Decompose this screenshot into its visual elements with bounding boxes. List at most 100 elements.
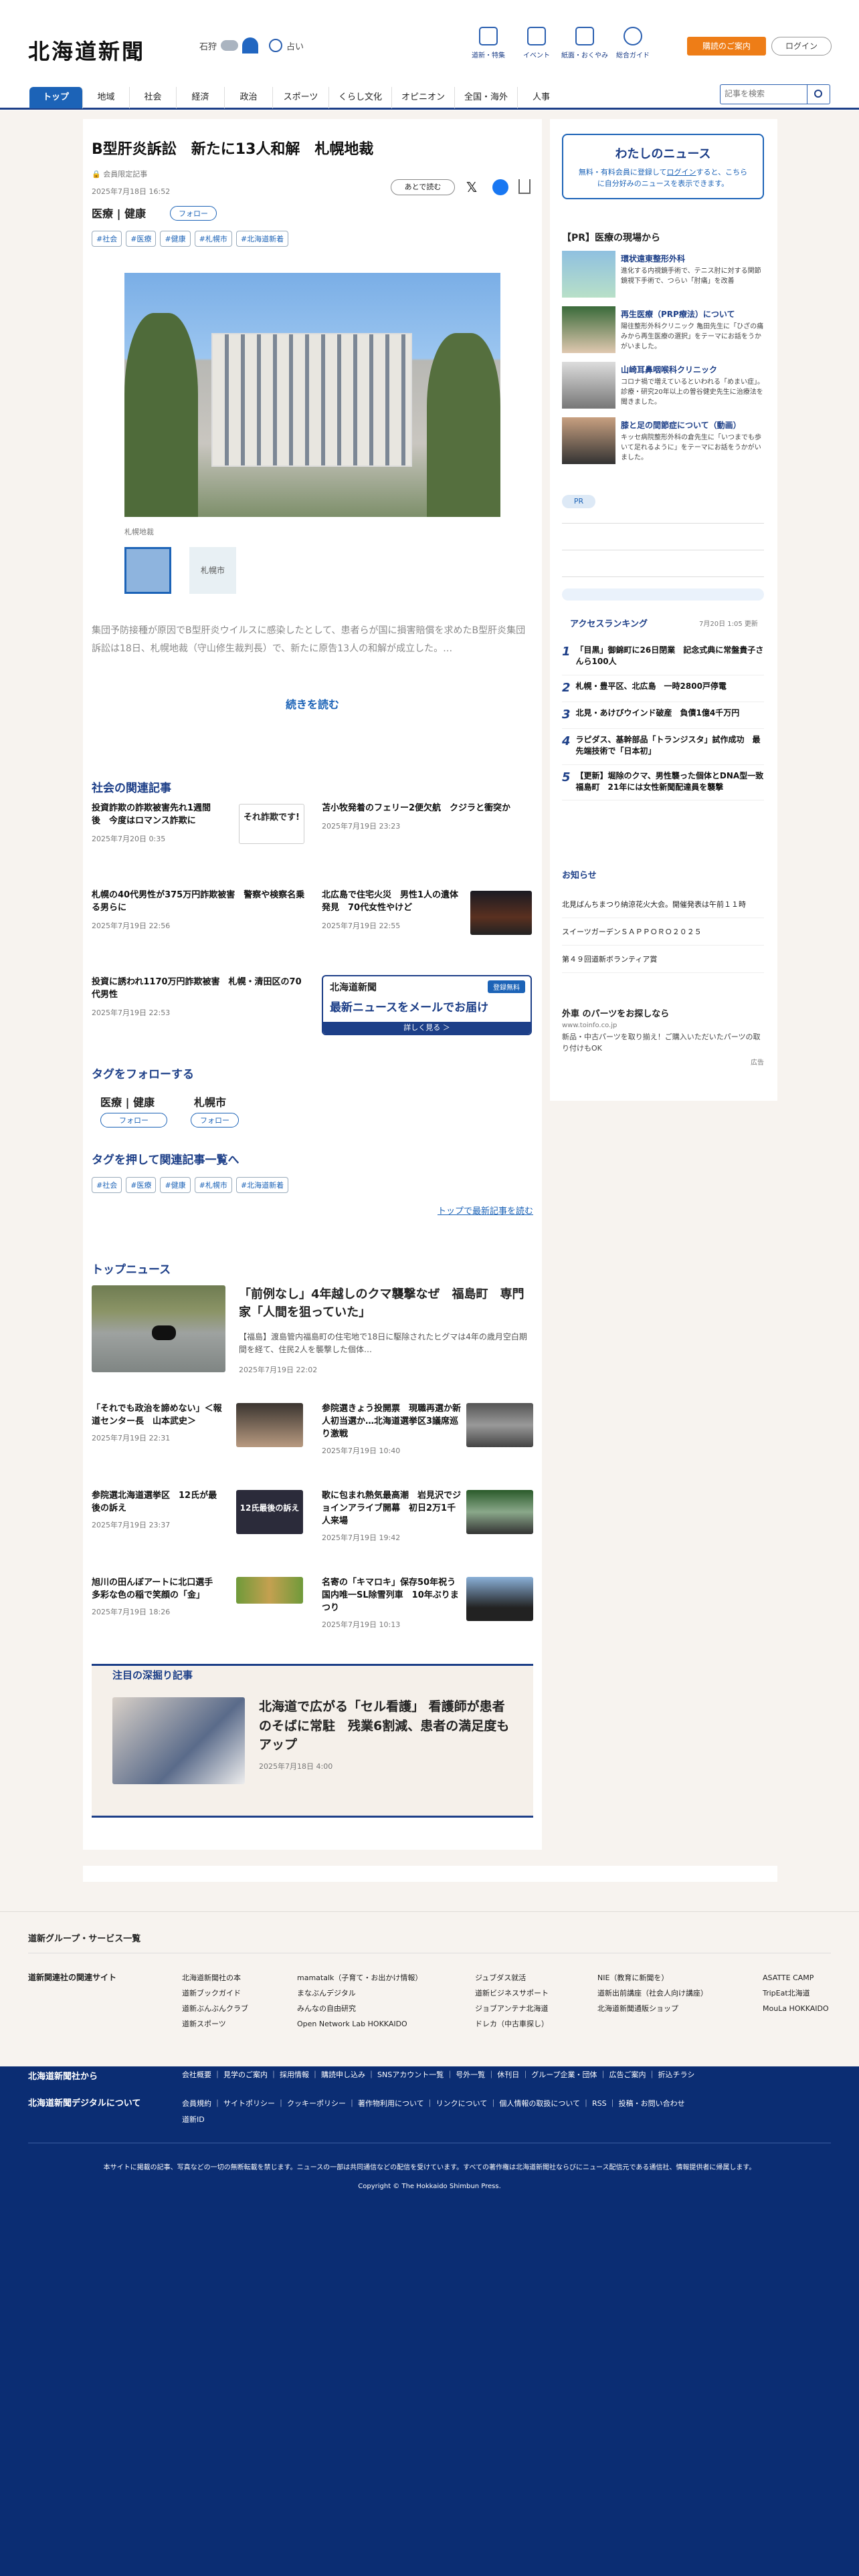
footer-link[interactable]: 個人情報の取扱について [499, 2099, 580, 2108]
news-item[interactable]: 参院選北海道選挙区 12氏が最後の訴え 2025年7月19日 23:37 [92, 1490, 225, 1530]
hashtag[interactable]: #札幌市 [194, 1177, 232, 1193]
footer-link[interactable]: サイトポリシー [223, 2099, 275, 2108]
news-thumb[interactable] [466, 1490, 533, 1534]
hashtag[interactable]: #社会 [92, 231, 122, 247]
news-thumb[interactable]: 12氏最後の訴え [236, 1490, 303, 1534]
pr-item[interactable]: 再生医療（PRP療法）について 陽往整形外科クリニック 亀田先生に「ひざの痛みから… [621, 308, 765, 352]
footer-link[interactable]: まなぶんデジタル [297, 1985, 464, 2001]
related-thumb-fire[interactable] [470, 891, 532, 935]
footer-link[interactable]: MouLa HOKKAIDO [763, 2001, 843, 2016]
tool-special[interactable]: 道新・特集 [465, 27, 512, 60]
site-logo[interactable]: 北海道新聞 [28, 35, 145, 66]
pr-item[interactable]: 山崎耳鼻咽喉科クリニック コロナ禍で増えているといわれる「めまい症」。診療・研究2… [621, 364, 765, 407]
footer-link[interactable]: Open Network Lab HOKKAIDO [297, 2016, 464, 2032]
footer-link[interactable]: ドレカ（中古車探し） [475, 2016, 589, 2032]
pr-thumb[interactable] [562, 417, 615, 464]
pr-thumb[interactable] [562, 362, 615, 409]
footer-link[interactable]: ジョブアンテナ北海道 [475, 2001, 589, 2016]
nav-society[interactable]: 社会 [130, 87, 177, 108]
footer-link[interactable]: ジュブダス就活 [475, 1970, 589, 1985]
footer-link[interactable]: TripEat北海道 [763, 1985, 843, 2001]
footer-link[interactable]: 道新ぶんぶんクラブ [182, 2001, 289, 2016]
group-services-link[interactable]: 道新グループ・サービス一覧 [28, 1931, 140, 1944]
footer-link[interactable]: みんなの自由研究 [297, 2001, 464, 2016]
notice-item[interactable]: 北見ばんちまつり納涼花火大会。開催発表は午前１１時 [562, 895, 764, 918]
related-item[interactable]: 札幌の40代男性が375万円詐欺被害 警察や検察名乗る男らに 2025年7月19… [92, 889, 306, 931]
footer-link[interactable]: 号外一覧 [456, 2070, 485, 2079]
footer-link[interactable]: 購読申し込み [321, 2070, 365, 2079]
nav-culture[interactable]: くらし文化 [329, 87, 392, 108]
pr-item[interactable]: 膝と足の間節症について（動画） キッセ病院整形外科の倉先生に「いつまでも歩いて足れ… [621, 419, 765, 463]
tool-paper[interactable]: 紙面・おくやみ [561, 27, 608, 60]
login-button[interactable]: ログイン [771, 37, 832, 56]
footer-link[interactable]: 北海道新聞社の本 [182, 1970, 289, 1985]
hashtag[interactable]: #医療 [126, 231, 157, 247]
footer-link[interactable]: 道新出前講座（社会人向け講座） [597, 1985, 758, 2001]
x-share-icon[interactable]: 𝕏 [466, 179, 477, 195]
news-thumb[interactable] [466, 1403, 533, 1447]
footer-link[interactable]: mamatalk（子育て・お出かけ情報） [297, 1970, 464, 1985]
nav-economy[interactable]: 経済 [177, 87, 225, 108]
footer-link[interactable]: クッキーポリシー [287, 2099, 346, 2108]
hashtag[interactable]: #医療 [126, 1177, 157, 1193]
ranking-item[interactable]: 1 「目黒」御錦町に26日閉業 記念式典に常盤貴子さんら100人 [562, 641, 764, 675]
feature-label[interactable]: 注目の深掘り記事 [112, 1668, 193, 1682]
footer-link[interactable]: 道新スポーツ [182, 2016, 289, 2032]
footer-link[interactable]: 道新ビジネスサポート [475, 1985, 589, 2001]
nav-politics[interactable]: 政治 [225, 87, 273, 108]
facebook-share-icon[interactable] [492, 179, 508, 195]
feature-photo[interactable] [112, 1697, 245, 1784]
nav-personnel[interactable]: 人事 [518, 87, 565, 108]
footer-link[interactable]: 会員規約 [182, 2099, 211, 2108]
follow-tag-button[interactable]: フォロー [191, 1113, 239, 1128]
related-item[interactable]: 投資に誘われ1170万円詐欺被害 札幌・清田区の70代男性 2025年7月19日… [92, 976, 306, 1018]
photo-thumb-2[interactable]: 札幌市 [189, 547, 236, 594]
sidebar-ad[interactable]: 外車 のパーツをお探しなら www.toinfo.co.jp 新品・中古パーツを… [562, 1006, 764, 1067]
save-later-button[interactable]: あとで読む [391, 179, 455, 195]
nav-region[interactable]: 地域 [83, 87, 130, 108]
news-item[interactable]: 歌に包まれ熱気最高潮 岩見沢でジョインアライブ開幕 初日2万1千人来場 2025年… [322, 1490, 462, 1543]
follow-tag-button[interactable]: フォロー [100, 1113, 167, 1128]
tool-guide[interactable]: 総合ガイド [609, 27, 656, 60]
news-item[interactable]: 参院選きょう投開票 現職再選か新人初当選か…北海道選挙区3議席巡り激戦 2025年… [322, 1403, 462, 1456]
footer-link[interactable]: NIE（教育に新聞を） [597, 1970, 758, 1985]
footer-link[interactable]: 広告ご案内 [609, 2070, 646, 2079]
footer-link[interactable]: 折込チラシ [658, 2070, 695, 2079]
share-icon[interactable] [518, 179, 531, 194]
photo-thumb-1[interactable] [124, 547, 171, 594]
read-more-link[interactable]: 続きを読む [92, 695, 533, 712]
tool-event[interactable]: イベント [513, 27, 560, 60]
hashtag[interactable]: #健康 [160, 1177, 191, 1193]
ranking-title[interactable]: アクセスランキング [570, 617, 648, 629]
feature-title[interactable]: 北海道で広がる「セル看護」 看護師が患者のそばに常駐 残業6割減、患者の満足度も… [259, 1697, 513, 1755]
weather-widget[interactable]: 石狩 占い [199, 37, 304, 53]
footer-link[interactable]: 採用情報 [280, 2070, 309, 2079]
ranking-item[interactable]: 2 札幌・豊平区、北広島 一時2800戸停電 [562, 675, 764, 702]
news-item[interactable]: 名寄の「キマロキ」保存50年祝う 国内唯一SL除雪列車 10年ぶりまつり 2025… [322, 1577, 464, 1630]
subscribe-button[interactable]: 購読のご案内 [687, 37, 766, 56]
pr-thumb[interactable] [562, 306, 615, 353]
ranking-item[interactable]: 4 ラピダス、基幹部品「トランジスタ」試作成功 最先端技術で「日本初」 [562, 729, 764, 765]
hashtag[interactable]: #健康 [160, 231, 191, 247]
news-item[interactable]: 「それでも政治を諦めない」＜報道センター長 山本武史＞ 2025年7月19日 22… [92, 1403, 225, 1443]
nav-world[interactable]: 全国・海外 [455, 87, 518, 108]
follow-button[interactable]: フォロー [170, 206, 217, 221]
notice-item[interactable]: スイーツガーデンＳＡＰＰＯＲＯ２０２５ [562, 918, 764, 946]
search-button[interactable] [807, 85, 830, 104]
hashtag[interactable]: #北海道新着 [235, 231, 289, 247]
footer-link[interactable]: グループ企業・団体 [531, 2070, 597, 2079]
related-item[interactable]: 北広島で住宅火災 男性1人の遺体発見 70代女性やけど 2025年7月19日 2… [322, 889, 462, 931]
footer-link[interactable]: 道新ID [182, 2115, 205, 2124]
footer-link[interactable]: リンクについて [436, 2099, 488, 2108]
notice-item[interactable]: 第４９回道新ボランティア賞 [562, 946, 764, 973]
footer-link[interactable]: 投稿・お問い合わせ [619, 2099, 685, 2108]
footer-link[interactable]: ASATTE CAMP [763, 1970, 843, 1985]
nav-opinion[interactable]: オピニオン [392, 87, 455, 108]
news-thumb[interactable] [236, 1403, 303, 1447]
ranking-item[interactable]: 3 北見・あけびウインド破産 負債1億4千万円 [562, 702, 764, 729]
pr-thumb[interactable] [562, 251, 615, 298]
footer-link[interactable]: SNSアカウント一覧 [377, 2070, 444, 2079]
lead-news-photo[interactable] [92, 1285, 225, 1372]
hashtag[interactable]: #社会 [92, 1177, 122, 1193]
email-promo-banner[interactable]: 北海道新聞 登録無料 最新ニュースをメールでお届け 詳しく見る ＞ [322, 975, 532, 1035]
